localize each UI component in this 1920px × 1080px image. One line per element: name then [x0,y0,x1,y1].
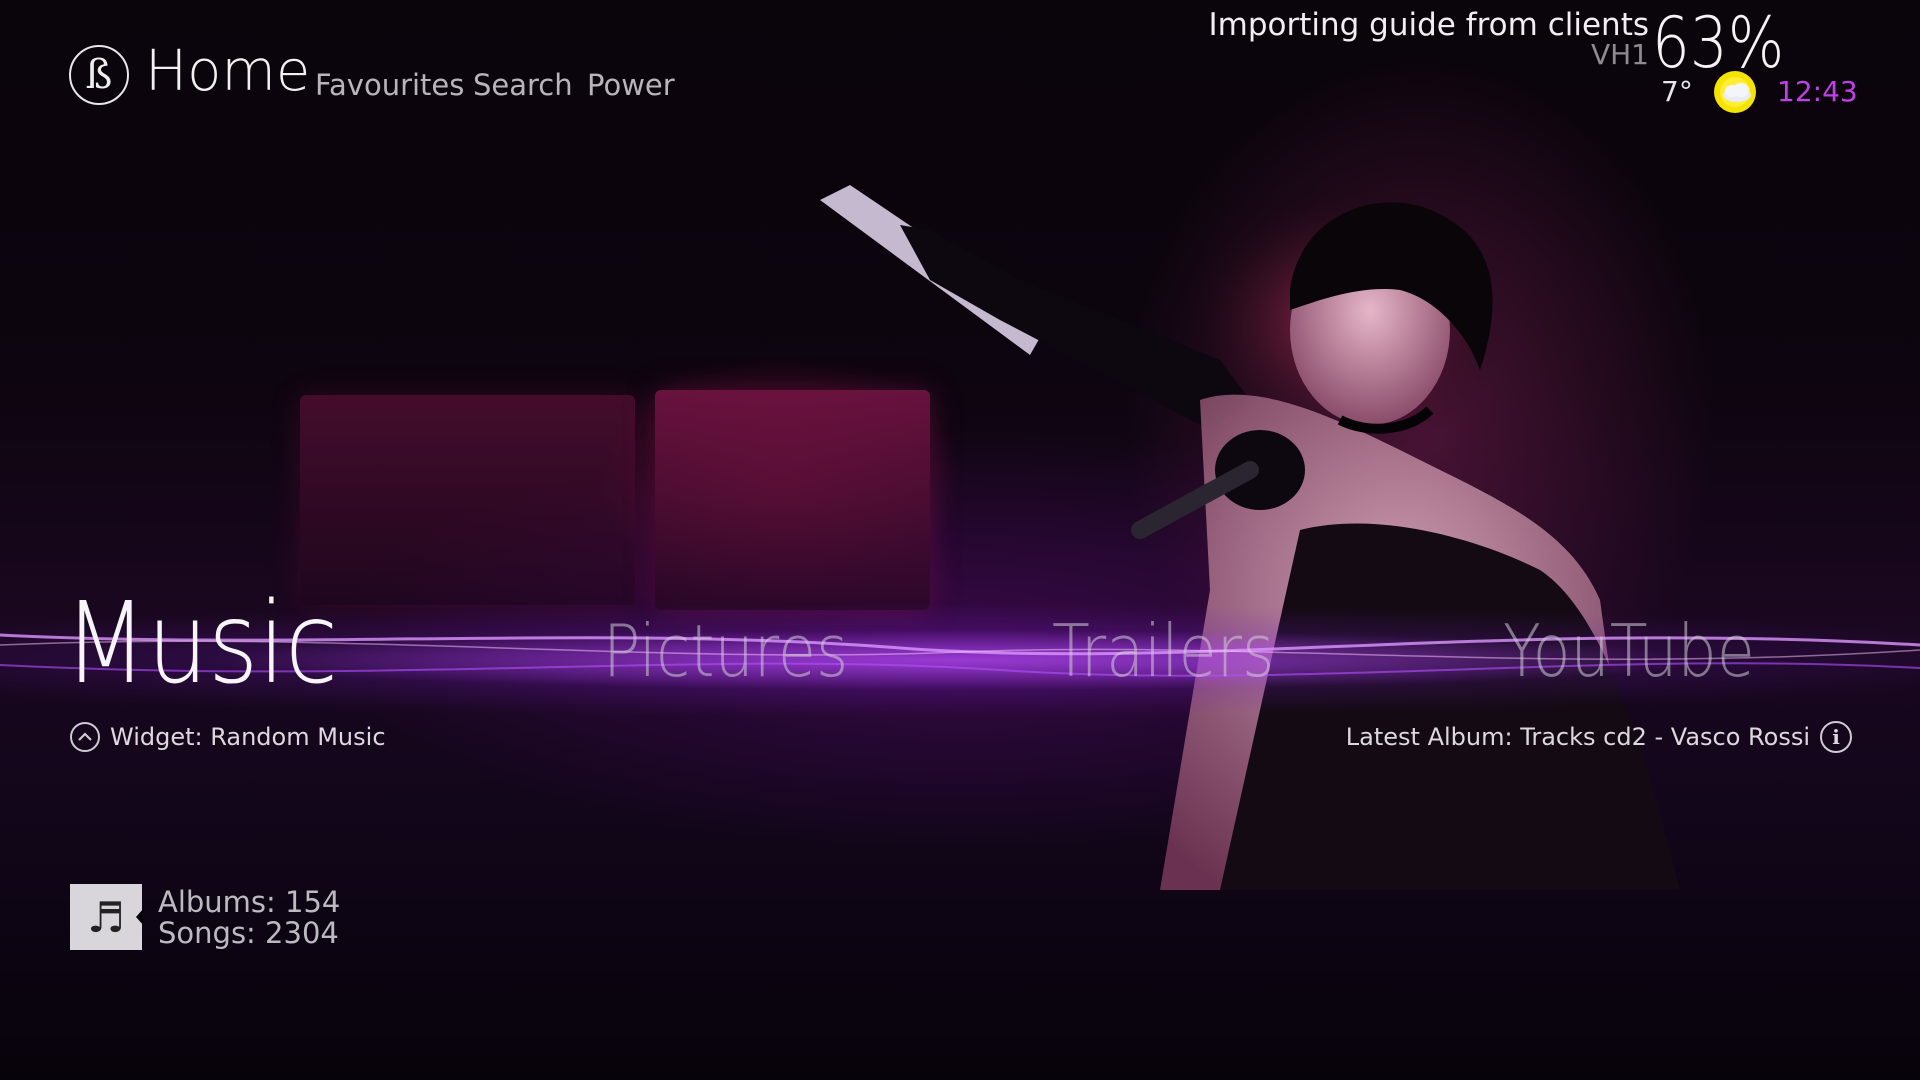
menu-item-trailers[interactable]: Trailers [1052,615,1274,687]
music-note-icon: ♬ [70,884,142,950]
menu-item-youtube[interactable]: YouTube [1503,615,1755,687]
stage-amp-left [300,395,635,605]
partly-cloudy-sun-icon [1714,71,1756,113]
background-singer-photo [820,180,1680,890]
widget-toggle[interactable]: Widget: Random Music [70,720,386,754]
thumb-notch [136,908,144,926]
widget-label: Widget: Random Music [110,723,386,751]
nav-home[interactable]: Home [145,44,310,100]
nav-power[interactable]: Power [587,71,675,100]
latest-album-info[interactable]: Latest Album: Tracks cd2 - Vasco Rossi i [1346,720,1852,754]
clock: 12:43 [1777,75,1858,108]
temperature: 7° [1661,75,1693,108]
home-screen: ß Home Favourites Search Power Importing… [0,0,1920,1080]
import-status-text: Importing guide from clients [1208,7,1649,43]
songs-count: Songs: 2304 [158,916,339,950]
channel-label: VH1 [1590,38,1649,71]
menu-item-music[interactable]: Music [64,588,338,700]
nav-search[interactable]: Search [473,71,573,100]
info-icon: i [1820,721,1852,753]
nav-favourites[interactable]: Favourites [315,71,464,100]
menu-item-pictures[interactable]: Pictures [603,615,848,687]
chevron-up-icon [70,722,100,752]
latest-album-label: Latest Album: Tracks cd2 - Vasco Rossi [1345,723,1810,751]
albums-count: Albums: 154 [158,885,341,919]
beta-logo-icon: ß [69,45,129,105]
